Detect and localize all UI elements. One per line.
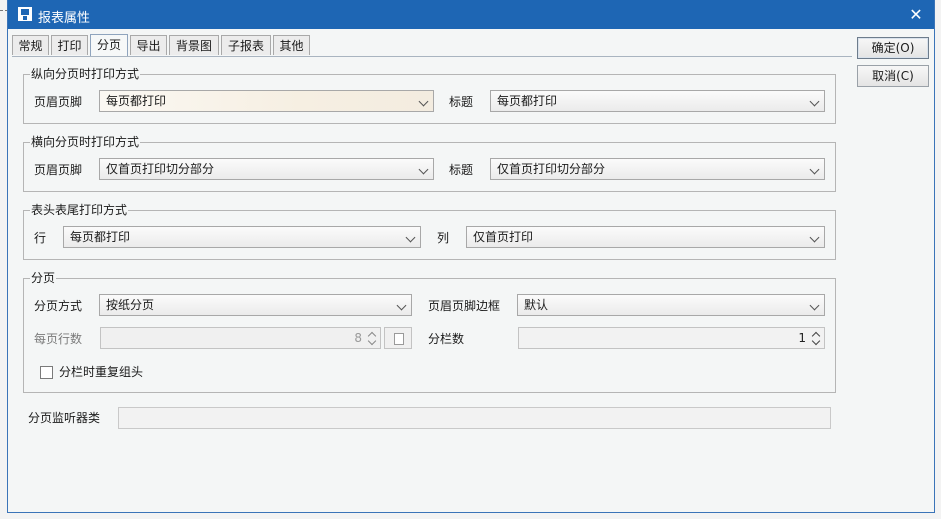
tab-general[interactable]: 常规 (12, 35, 49, 55)
window-title: 报表属性 (38, 11, 91, 26)
vertical-title-select[interactable]: 每页都打印 (490, 90, 825, 112)
vertical-header-footer-label: 页眉页脚 (34, 95, 83, 109)
col-select[interactable]: 仅首页打印 (466, 226, 825, 248)
tab-export[interactable]: 导出 (130, 35, 167, 55)
tab-print[interactable]: 打印 (51, 35, 88, 55)
chevron-down-icon (396, 300, 407, 311)
horizontal-header-footer-value: 仅首页打印切分部分 (106, 162, 215, 176)
chevron-down-icon (405, 232, 416, 243)
table-header-group: 表头表尾打印方式 行 每页都打印 列 仅首页打印 (23, 202, 836, 260)
listener-label: 分页监听器类 (28, 411, 101, 425)
report-properties-dialog: 报表属性 ✕ 常规 打印 分页 导出 背景图 子报表 其他 确定(O) 取消(C… (7, 0, 935, 513)
close-icon[interactable]: ✕ (898, 0, 934, 29)
spinner-icon[interactable] (811, 329, 821, 347)
rows-per-page-label: 每页行数 (34, 332, 83, 346)
paging-mode-label: 分页方式 (34, 299, 83, 313)
row-value: 每页都打印 (70, 230, 131, 244)
file-picker-icon[interactable] (384, 327, 412, 349)
title-bar[interactable]: 报表属性 ✕ (8, 0, 934, 29)
tab-other[interactable]: 其他 (273, 35, 310, 55)
paging-group: 分页 分页方式 按纸分页 页眉页脚边框 默认 每页行数 8 分栏数 1 分栏时重… (23, 270, 836, 393)
paging-legend: 分页 (30, 270, 57, 286)
row-select[interactable]: 每页都打印 (63, 226, 421, 248)
columns-label: 分栏数 (428, 332, 465, 346)
tab-background[interactable]: 背景图 (169, 35, 219, 55)
cancel-button[interactable]: 取消(C) (857, 65, 929, 87)
chevron-down-icon (809, 300, 820, 311)
table-header-legend: 表头表尾打印方式 (30, 202, 129, 218)
horizontal-paging-group: 横向分页时打印方式 页眉页脚 仅首页打印切分部分 标题 仅首页打印切分部分 (23, 134, 836, 192)
spinner-icon[interactable] (367, 329, 377, 347)
horizontal-header-footer-select[interactable]: 仅首页打印切分部分 (99, 158, 434, 180)
chevron-down-icon (809, 232, 820, 243)
col-label: 列 (437, 231, 450, 245)
horizontal-paging-legend: 横向分页时打印方式 (30, 134, 141, 150)
tab-paging[interactable]: 分页 (90, 34, 128, 56)
horizontal-title-value: 仅首页打印切分部分 (497, 162, 606, 176)
vertical-title-value: 每页都打印 (497, 94, 558, 108)
vertical-paging-group: 纵向分页时打印方式 页眉页脚 每页都打印 标题 每页都打印 (23, 66, 836, 124)
chevron-down-icon (809, 164, 820, 175)
chevron-down-icon (418, 96, 429, 107)
border-select[interactable]: 默认 (517, 294, 825, 316)
paging-mode-select[interactable]: 按纸分页 (99, 294, 412, 316)
ok-button[interactable]: 确定(O) (857, 37, 929, 59)
repeat-group-header-checkbox[interactable] (40, 366, 53, 379)
rows-per-page-spinner[interactable]: 8 (100, 327, 381, 349)
columns-value: 1 (798, 331, 806, 345)
vertical-paging-legend: 纵向分页时打印方式 (30, 66, 141, 82)
tab-subreport[interactable]: 子报表 (221, 35, 271, 55)
horizontal-header-footer-label: 页眉页脚 (34, 163, 83, 177)
vertical-title-label: 标题 (449, 95, 474, 109)
border-value: 默认 (524, 298, 549, 312)
vertical-header-footer-value: 每页都打印 (106, 94, 167, 108)
row-label: 行 (34, 231, 47, 245)
col-value: 仅首页打印 (473, 230, 534, 244)
chevron-down-icon (809, 96, 820, 107)
tab-divider (12, 56, 852, 57)
vertical-header-footer-select[interactable]: 每页都打印 (99, 90, 434, 112)
paging-mode-value: 按纸分页 (106, 298, 155, 312)
listener-input[interactable] (118, 407, 831, 429)
rows-per-page-value: 8 (354, 331, 362, 345)
border-label: 页眉页脚边框 (428, 299, 501, 313)
window-icon (18, 7, 32, 21)
horizontal-title-label: 标题 (449, 163, 474, 177)
chevron-down-icon (418, 164, 429, 175)
repeat-group-header-label: 分栏时重复组头 (59, 365, 144, 379)
columns-spinner[interactable]: 1 (518, 327, 825, 349)
horizontal-title-select[interactable]: 仅首页打印切分部分 (490, 158, 825, 180)
